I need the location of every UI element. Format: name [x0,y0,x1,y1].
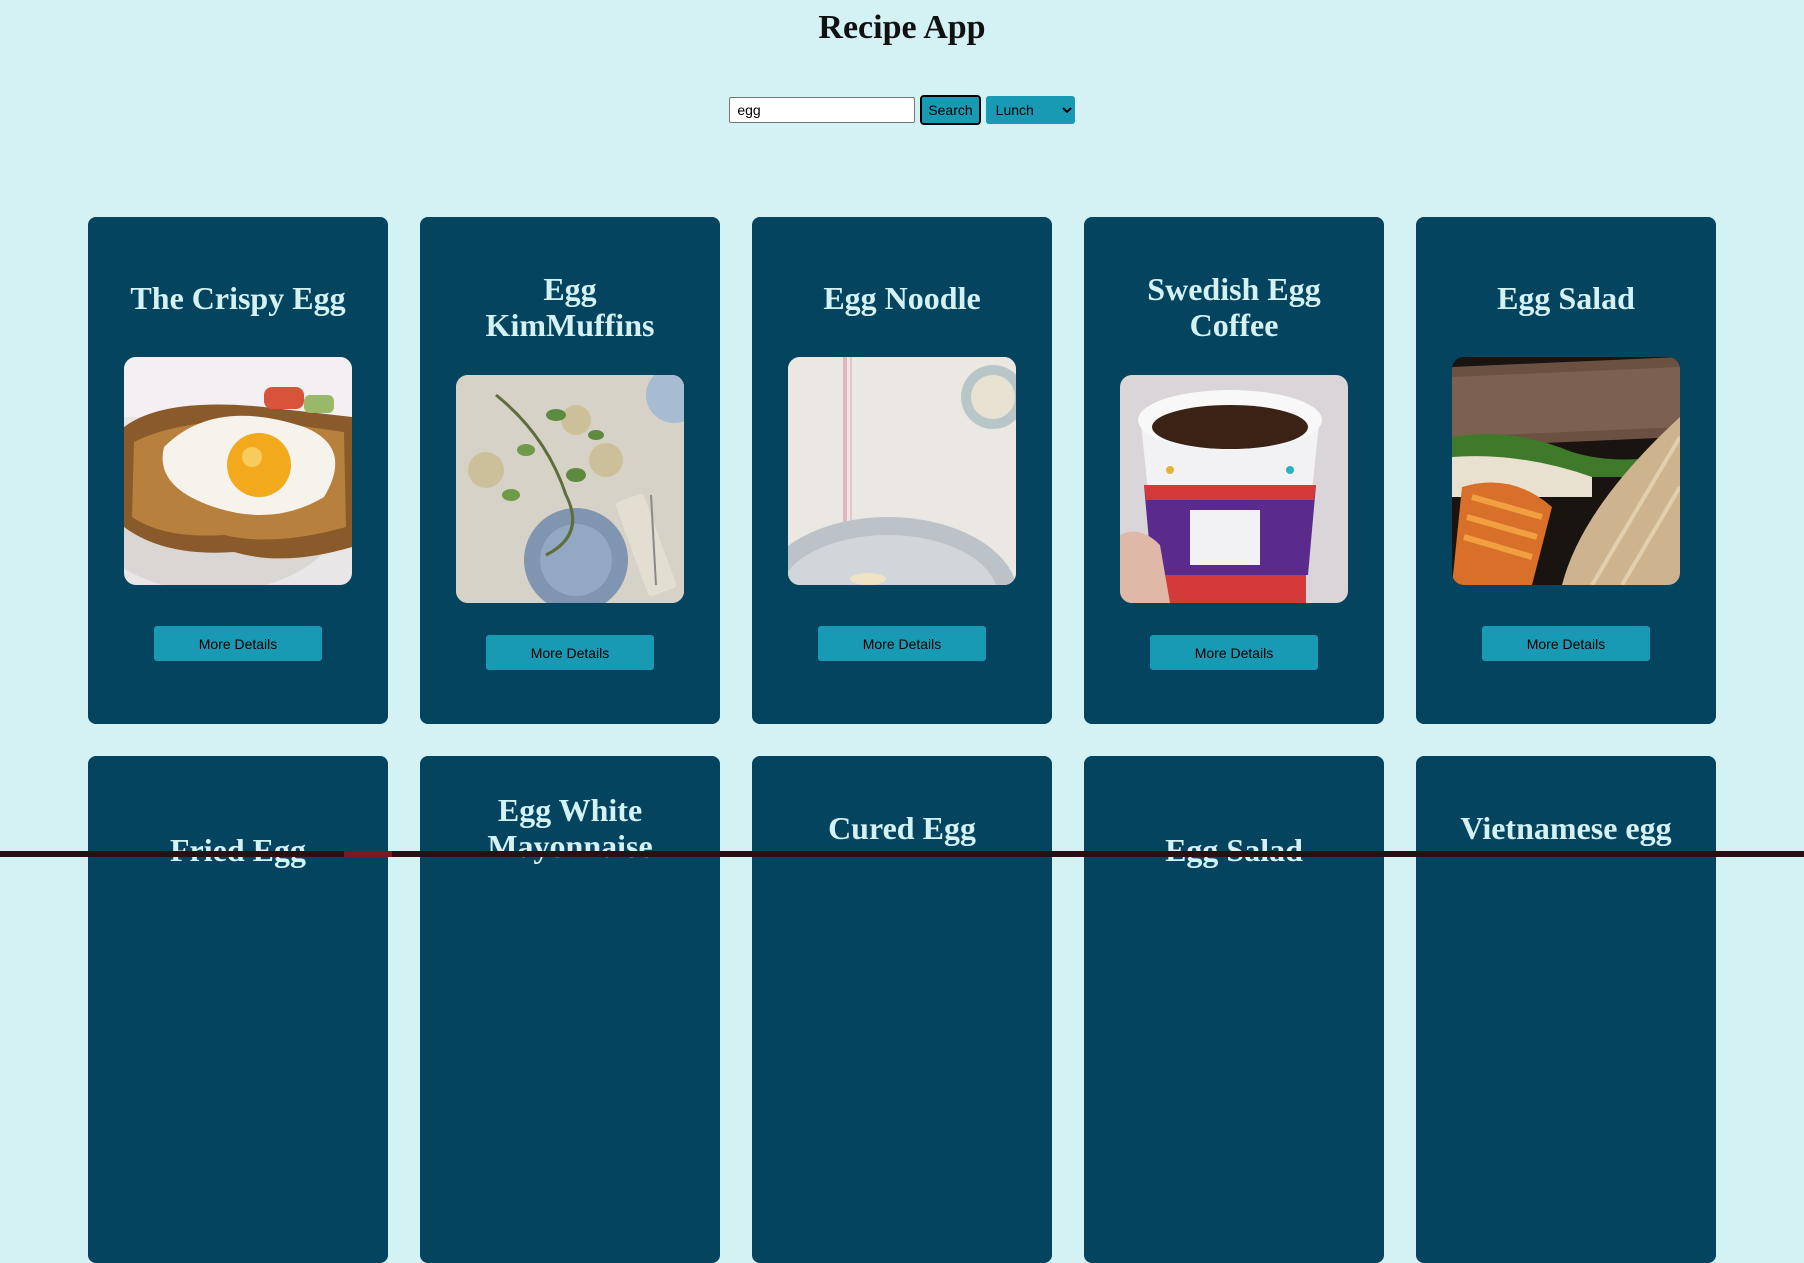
more-details-button[interactable]: More Details [818,626,986,661]
taskbar-marker [344,851,392,857]
meal-type-select[interactable]: Lunch [985,96,1075,124]
recipe-image-fried-egg-on-toast [124,357,352,585]
recipe-title: Vietnamese egg [1460,810,1672,846]
recipe-title: Egg Noodle [823,280,981,316]
search-bar: Search Lunch [0,95,1804,125]
recipe-title: Egg Salad [1165,832,1303,868]
taskbar-strip [0,851,1804,857]
recipe-card: Egg White Mayonnaise [420,756,720,1263]
more-details-button[interactable]: More Details [486,635,654,670]
more-details-button[interactable]: More Details [1150,635,1318,670]
more-details-button[interactable]: More Details [154,626,322,661]
recipe-title: The Crispy Egg [130,280,346,316]
recipe-card: Egg Noodle More Details [752,217,1052,724]
recipe-image-linen-with-plate [788,357,1016,585]
recipe-card: Cured Egg [752,756,1052,1263]
more-details-button[interactable]: More Details [1482,626,1650,661]
recipe-card: Egg Salad [1084,756,1384,1263]
app-title: Recipe App [818,9,986,46]
recipe-card: Vietnamese egg [1416,756,1716,1263]
recipe-title: Cured Egg [828,810,976,846]
recipe-image-coffee-cup [1120,375,1348,603]
recipe-card: Egg Salad More Details [1416,217,1716,724]
recipe-card: Fried Egg [88,756,388,1263]
recipe-card: Swedish Egg Coffee More Details [1084,217,1384,724]
recipe-title: Fried Egg [170,832,306,868]
recipe-title: Egg Salad [1497,280,1635,316]
search-button[interactable]: Search [920,95,981,125]
recipe-title: Egg KimMuffins [485,271,655,343]
recipe-grid: The Crispy Egg More Details Egg KimMuffi… [88,217,1716,1263]
recipe-card: Egg KimMuffins More Details [420,217,720,724]
recipe-card: The Crispy Egg More Details [88,217,388,724]
recipe-image-sandwich [1452,357,1680,585]
recipe-title: Swedish Egg Coffee [1147,271,1321,343]
search-input[interactable] [729,97,916,123]
recipe-image-table-setting [456,375,684,603]
